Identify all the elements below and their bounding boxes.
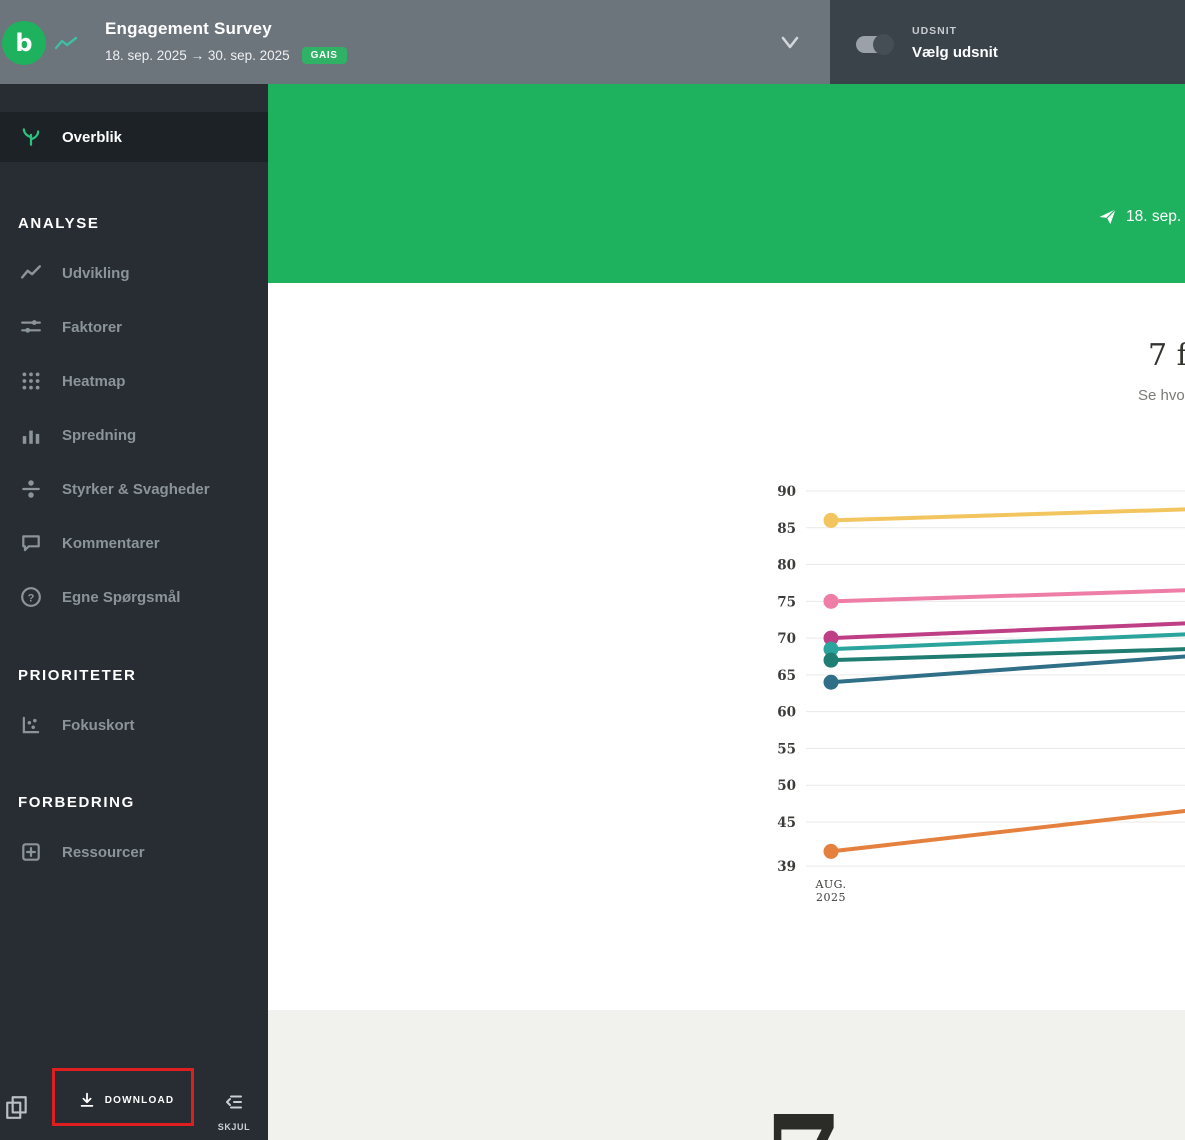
survey-dates-row: 18. sep. 2025 → 30. sep. 2025 GAIS bbox=[105, 47, 347, 64]
hide-sidebar-label: SKJUL bbox=[217, 1122, 251, 1132]
chart-series-line-factor-yellow bbox=[829, 507, 1185, 523]
banner-sent-date: 18. sep. bbox=[1098, 207, 1181, 226]
chart-y-tick-label: 50 bbox=[777, 778, 796, 794]
download-button[interactable]: DOWNLOAD bbox=[55, 1072, 197, 1128]
sidebar-item-label: Egne Spørgsmål bbox=[62, 588, 181, 606]
segment-label: UDSNIT bbox=[912, 25, 958, 37]
chart-series-line-factor-orange bbox=[829, 808, 1185, 854]
question-icon: ? bbox=[20, 586, 42, 608]
segment-value: Vælg udsnit bbox=[912, 44, 998, 61]
chart-y-tick-label: 70 bbox=[777, 631, 796, 647]
sidebar-item-fokuskort[interactable]: Fokuskort bbox=[0, 698, 268, 752]
factors-chart-svg: 90 85 80 75 70 65 60 55 50 45 39 AUG.2025 bbox=[777, 484, 1185, 904]
survey-badge: GAIS bbox=[301, 47, 347, 64]
svg-text:?: ? bbox=[28, 592, 35, 604]
chart-y-tick-label: 60 bbox=[777, 705, 796, 721]
comments-icon bbox=[20, 532, 42, 554]
chevron-down-icon[interactable] bbox=[775, 34, 805, 52]
chart-series-point-factor-orange[interactable] bbox=[823, 843, 839, 859]
sidebar-item-heatmap[interactable]: Heatmap bbox=[0, 354, 268, 408]
resources-icon bbox=[20, 841, 42, 863]
bars-icon bbox=[20, 424, 42, 446]
sidebar-item-styrker-svagheder[interactable]: Styrker & Svagheder bbox=[0, 462, 268, 516]
segment-toggle-knob bbox=[873, 34, 894, 55]
chart-y-tick-label: 45 bbox=[777, 815, 796, 831]
chart-y-tick-label: 85 bbox=[777, 521, 796, 537]
survey-date-range: 18. sep. 2025 → 30. sep. 2025 bbox=[105, 48, 290, 63]
next-section-partial-text: 7 bbox=[765, 1102, 843, 1140]
collapse-icon bbox=[224, 1092, 244, 1112]
survey-banner: 18. sep. bbox=[268, 84, 1185, 283]
chart-y-tick-label: 80 bbox=[777, 558, 796, 574]
sidebar-item-spredning[interactable]: Spredning bbox=[0, 408, 268, 462]
sidebar-item-egne-spoergsmaal[interactable]: ? Egne Spørgsmål bbox=[0, 570, 268, 624]
sidebar-item-label: Styrker & Svagheder bbox=[62, 480, 210, 498]
segment-toggle[interactable] bbox=[856, 34, 894, 55]
chart-series-line-factor-pink bbox=[829, 588, 1185, 604]
sidebar-section-prioriteter: PRIORITETER bbox=[18, 666, 137, 684]
sidebar-section-analyse: ANALYSE bbox=[18, 214, 100, 232]
sidebar-item-kommentarer[interactable]: Kommentarer bbox=[0, 516, 268, 570]
sidebar-item-label: Udvikling bbox=[62, 264, 130, 282]
sliders-icon bbox=[20, 316, 42, 338]
factors-subheading: Se hvo bbox=[1138, 387, 1185, 404]
chart-y-tick-label: 90 bbox=[777, 484, 796, 500]
chart-series-point-factor-yellow[interactable] bbox=[823, 512, 839, 528]
app-logo[interactable]: b bbox=[2, 21, 46, 65]
sidebar-item-label: Faktorer bbox=[62, 318, 123, 336]
sidebar-item-label: Overblik bbox=[62, 128, 123, 146]
chart-y-tick-label: 55 bbox=[777, 741, 796, 757]
heatmap-icon bbox=[20, 370, 42, 392]
sidebar-item-label: Kommentarer bbox=[62, 534, 160, 552]
survey-title: Engagement Survey bbox=[105, 19, 272, 38]
sidebar-section-forbedring: FORBEDRING bbox=[18, 793, 135, 811]
download-button-label: DOWNLOAD bbox=[104, 1094, 175, 1106]
sidebar: Overblik ANALYSE Udvikling Faktorer Heat… bbox=[0, 84, 268, 1140]
factors-card: 7 fa Se hvo 90 85 80 75 70 65 60 55 50 45 39 AUG.20… bbox=[268, 283, 1185, 1010]
factors-heading: 7 fa bbox=[1148, 338, 1185, 373]
chart-y-tick-label: 65 bbox=[777, 668, 796, 684]
sidebar-item-label: Heatmap bbox=[62, 372, 126, 390]
sidebar-item-faktorer[interactable]: Faktorer bbox=[0, 300, 268, 354]
copy-icon[interactable] bbox=[4, 1094, 30, 1120]
overview-icon bbox=[20, 126, 42, 148]
download-icon bbox=[78, 1091, 96, 1109]
sidebar-item-udvikling[interactable]: Udvikling bbox=[0, 246, 268, 300]
banner-sent-date-text: 18. sep. bbox=[1126, 207, 1182, 225]
app-screen: b Engagement Survey 18. sep. 2025 → 30. … bbox=[0, 0, 1185, 1140]
trend-mini-icon bbox=[55, 36, 77, 52]
next-section: 7 bbox=[268, 1010, 1185, 1140]
divide-icon bbox=[20, 478, 42, 500]
sidebar-item-label: Ressourcer bbox=[62, 843, 145, 861]
chart-y-tick-label: 75 bbox=[777, 594, 796, 610]
trend-icon bbox=[20, 262, 42, 284]
chart-series-point-factor-pink[interactable] bbox=[823, 593, 839, 609]
sidebar-item-label: Fokuskort bbox=[62, 716, 135, 734]
top-bar: b Engagement Survey 18. sep. 2025 → 30. … bbox=[0, 0, 1185, 84]
send-icon bbox=[1098, 207, 1117, 226]
chart-series-point-factor-dark-green[interactable] bbox=[823, 652, 839, 668]
sidebar-item-overblik[interactable]: Overblik bbox=[0, 112, 268, 162]
app-logo-glyph: b bbox=[15, 29, 33, 57]
sidebar-item-label: Spredning bbox=[62, 426, 137, 444]
chart-x-tick-label: 2025 bbox=[816, 891, 846, 904]
chart-series-point-factor-steel-blue[interactable] bbox=[823, 674, 839, 690]
focus-icon bbox=[20, 714, 42, 736]
survey-header: Engagement Survey 18. sep. 2025 → 30. se… bbox=[105, 19, 347, 64]
segment-picker[interactable]: UDSNIT Vælg udsnit bbox=[912, 25, 998, 61]
sidebar-item-ressourcer[interactable]: Ressourcer bbox=[0, 825, 268, 879]
chart-y-tick-label: 39 bbox=[777, 859, 796, 875]
chart-x-tick-label: AUG. bbox=[814, 878, 846, 891]
hide-sidebar-button[interactable]: SKJUL bbox=[212, 1092, 256, 1132]
factors-chart: 90 85 80 75 70 65 60 55 50 45 39 AUG. 2025 bbox=[770, 470, 1185, 910]
